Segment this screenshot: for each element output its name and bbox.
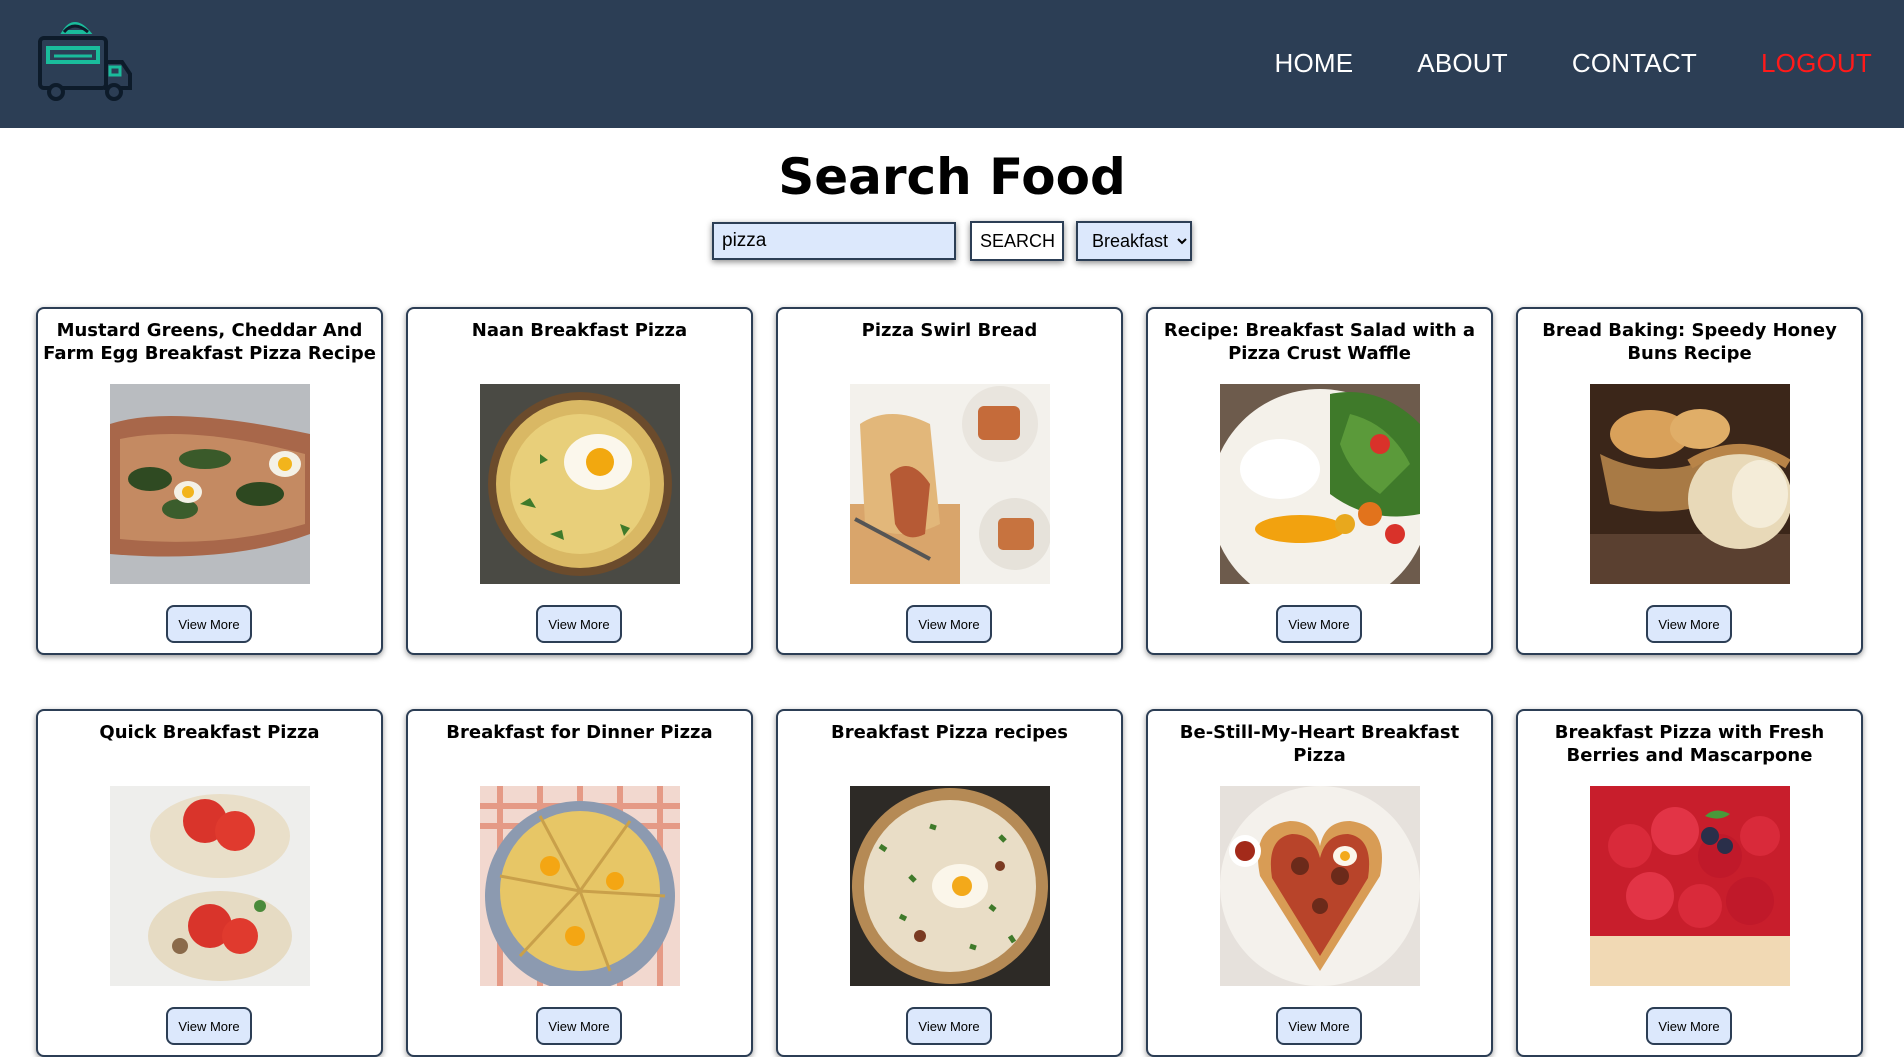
view-more-button[interactable]: View More <box>1646 605 1732 643</box>
recipe-card: Breakfast Pizza recipes View More <box>776 709 1123 1057</box>
recipe-image[interactable] <box>480 786 680 986</box>
page-title: Search Food <box>778 148 1126 206</box>
recipe-title: Breakfast for Dinner Pizza <box>446 722 713 743</box>
recipe-title: Quick Breakfast Pizza <box>99 722 320 743</box>
view-more-button[interactable]: View More <box>1276 605 1362 643</box>
recipe-card: Naan Breakfast Pizza View More <box>406 307 753 655</box>
view-more-button[interactable]: View More <box>906 1007 992 1045</box>
recipe-card: Bread Baking: Speedy Honey Buns Recipe V… <box>1516 307 1863 655</box>
recipe-image[interactable] <box>850 384 1050 584</box>
view-more-button[interactable]: View More <box>1276 1007 1362 1045</box>
recipe-image[interactable] <box>110 384 310 584</box>
recipe-card: Pizza Swirl Bread View More <box>776 307 1123 655</box>
recipe-image[interactable] <box>1220 384 1420 584</box>
results-grid: Mustard Greens, Cheddar And Farm Egg Bre… <box>36 307 1863 1057</box>
recipe-title: Be-Still-My-Heart Breakfast Pizza <box>1179 722 1460 766</box>
recipe-card: Quick Breakfast Pizza View More <box>36 709 383 1057</box>
nav-home-link[interactable]: HOME <box>1274 48 1353 79</box>
view-more-button[interactable]: View More <box>536 1007 622 1045</box>
recipe-image[interactable] <box>1590 786 1790 986</box>
recipe-title: Mustard Greens, Cheddar And Farm Egg Bre… <box>43 320 376 364</box>
nav-menu: HOME ABOUT CONTACT LOGOUT <box>1210 48 1872 79</box>
nav-logout-link[interactable]: LOGOUT <box>1761 48 1872 79</box>
recipe-image[interactable] <box>480 384 680 584</box>
recipe-title: Bread Baking: Speedy Honey Buns Recipe <box>1542 320 1837 364</box>
recipe-card: Be-Still-My-Heart Breakfast Pizza View M… <box>1146 709 1493 1057</box>
search-button[interactable]: SEARCH <box>970 221 1064 261</box>
navbar: HOME ABOUT CONTACT LOGOUT <box>0 0 1904 128</box>
recipe-image[interactable] <box>110 786 310 986</box>
recipe-title: Breakfast Pizza with Fresh Berries and M… <box>1554 722 1825 766</box>
food-truck-logo-icon[interactable] <box>36 12 136 106</box>
recipe-title: Recipe: Breakfast Salad with a Pizza Cru… <box>1163 320 1476 364</box>
view-more-button[interactable]: View More <box>166 605 252 643</box>
nav-contact-link[interactable]: CONTACT <box>1572 48 1697 79</box>
search-input[interactable] <box>712 222 956 260</box>
recipe-card: Recipe: Breakfast Salad with a Pizza Cru… <box>1146 307 1493 655</box>
recipe-title: Pizza Swirl Bread <box>861 320 1038 341</box>
recipe-card: Breakfast Pizza with Fresh Berries and M… <box>1516 709 1863 1057</box>
recipe-image[interactable] <box>850 786 1050 986</box>
recipe-title: Naan Breakfast Pizza <box>471 320 688 341</box>
recipe-image[interactable] <box>1220 786 1420 986</box>
view-more-button[interactable]: View More <box>166 1007 252 1045</box>
recipe-card: Mustard Greens, Cheddar And Farm Egg Bre… <box>36 307 383 655</box>
view-more-button[interactable]: View More <box>906 605 992 643</box>
recipe-card: Breakfast for Dinner Pizza View More <box>406 709 753 1057</box>
recipe-image[interactable] <box>1590 384 1790 584</box>
recipe-title: Breakfast Pizza recipes <box>831 722 1068 743</box>
view-more-button[interactable]: View More <box>1646 1007 1732 1045</box>
view-more-button[interactable]: View More <box>536 605 622 643</box>
search-bar: SEARCH Breakfast <box>0 221 1904 261</box>
nav-about-link[interactable]: ABOUT <box>1417 48 1508 79</box>
category-select[interactable]: Breakfast <box>1076 221 1192 261</box>
